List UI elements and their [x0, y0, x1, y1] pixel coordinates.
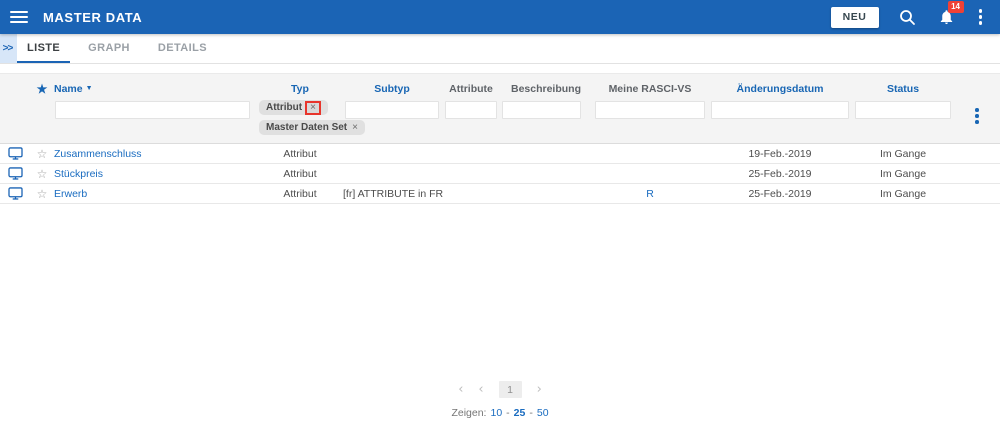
filter-input-meine-rasci-vs[interactable] [595, 101, 705, 119]
hamburger-menu-icon[interactable] [10, 11, 28, 23]
table-row: ☆ Zusammenschluss Attribut 19-Feb.-2019 … [0, 144, 1000, 164]
table-row: ☆ Stückpreis Attribut 25-Feb.-2019 Im Ga… [0, 164, 1000, 184]
cell-subtyp: [fr] ATTRIBUTE in FR [343, 187, 444, 200]
favorite-column-star-icon[interactable]: ★ [37, 82, 48, 96]
filter-input-beschreibung[interactable] [502, 101, 581, 119]
notification-badge: 14 [947, 1, 964, 13]
cell-typ: Attribut [283, 167, 317, 180]
table-body: ☆ Zusammenschluss Attribut 19-Feb.-2019 … [0, 144, 1000, 419]
filter-input-attribute[interactable] [445, 101, 497, 119]
cell-aenderungsdatum: 25-Feb.-2019 [748, 187, 812, 200]
cell-status: Im Gange [879, 147, 927, 160]
cell-typ: Attribut [283, 187, 317, 200]
notifications-bell-icon[interactable]: 14 [938, 1, 964, 26]
filter-input-subtyp[interactable] [345, 101, 439, 119]
display-icon[interactable] [0, 187, 30, 200]
row-name-link[interactable]: Zusammenschluss [54, 148, 142, 160]
tab-details[interactable]: DETAILS [148, 34, 217, 63]
favorite-star-icon[interactable]: ☆ [37, 187, 48, 201]
page-size-label: Zeigen: [451, 407, 487, 419]
next-page-icon[interactable]: › [537, 383, 542, 396]
current-page-indicator[interactable]: 1 [498, 381, 522, 398]
sort-desc-icon: ▼ [85, 85, 93, 92]
page-size-selector: Zeigen: 10 - 25 - 50 [0, 407, 1000, 419]
typ-filter-chips: Attribut × Master Daten Set × [258, 100, 365, 135]
page-title: MASTER DATA [43, 9, 143, 25]
cell-meine-rasci-vs[interactable]: R [646, 188, 654, 200]
filter-chip-attribut[interactable]: Attribut × [259, 100, 328, 115]
column-header-aenderungsdatum[interactable]: Änderungsdatum [708, 83, 852, 95]
cell-aenderungsdatum: 19-Feb.-2019 [748, 147, 812, 160]
expand-panel-chevrons-icon[interactable]: >> [0, 34, 17, 63]
favorite-star-icon[interactable]: ☆ [37, 147, 48, 161]
row-name-link[interactable]: Erwerb [54, 188, 87, 200]
favorite-star-icon[interactable]: ☆ [37, 167, 48, 181]
page-size-option-25[interactable]: 25 [514, 407, 526, 419]
neu-button[interactable]: NEU [830, 6, 879, 28]
search-icon[interactable] [899, 9, 916, 26]
display-icon[interactable] [0, 167, 30, 180]
row-name-link[interactable]: Stückpreis [54, 168, 103, 180]
first-page-icon[interactable]: ‹ [458, 383, 463, 396]
table-row: ☆ Erwerb Attribut [fr] ATTRIBUTE in FR R… [0, 184, 1000, 204]
page-size-option-50[interactable]: 50 [537, 407, 549, 419]
overflow-menu-icon[interactable] [978, 9, 982, 25]
filter-input-status[interactable] [855, 101, 951, 119]
tab-graph[interactable]: GRAPH [78, 34, 140, 63]
display-icon[interactable] [0, 147, 30, 160]
tab-bar: >> LISTE GRAPH DETAILS [0, 34, 1000, 64]
column-header-typ[interactable]: Typ [258, 83, 342, 95]
chip-remove-icon[interactable]: × [310, 102, 316, 113]
pagination: ‹ ‹ 1 › [0, 381, 1000, 398]
annotation-highlight-box: × [305, 100, 321, 115]
cell-aenderungsdatum: 25-Feb.-2019 [748, 167, 812, 180]
chip-remove-icon[interactable]: × [352, 122, 358, 133]
separator: - [506, 407, 510, 419]
tab-liste[interactable]: LISTE [17, 34, 71, 63]
column-header-status[interactable]: Status [852, 83, 954, 95]
cell-status: Im Gange [879, 187, 927, 200]
page-size-option-10[interactable]: 10 [490, 407, 502, 419]
column-header-meine-rasci-vs: Meine RASCI-VS [608, 83, 692, 95]
app-bar: MASTER DATA NEU 14 [0, 0, 1000, 34]
column-header-attribute: Attribute [449, 83, 493, 95]
column-header-name[interactable]: Name [54, 83, 83, 95]
filter-chip-master-daten-set[interactable]: Master Daten Set × [259, 120, 365, 135]
separator: - [529, 407, 533, 419]
column-header-beschreibung: Beschreibung [510, 83, 581, 95]
cell-status: Im Gange [879, 167, 927, 180]
previous-page-icon[interactable]: ‹ [478, 383, 483, 396]
table-header-band: ★ Name ▼ Typ Subtyp Attribute Beschreibun… [0, 73, 1000, 144]
table-options-menu-icon[interactable] [954, 108, 1000, 124]
filter-input-name[interactable] [55, 101, 250, 119]
filter-input-aenderungsdatum[interactable] [711, 101, 849, 119]
column-header-subtyp[interactable]: Subtyp [342, 83, 442, 95]
cell-typ: Attribut [283, 147, 317, 160]
